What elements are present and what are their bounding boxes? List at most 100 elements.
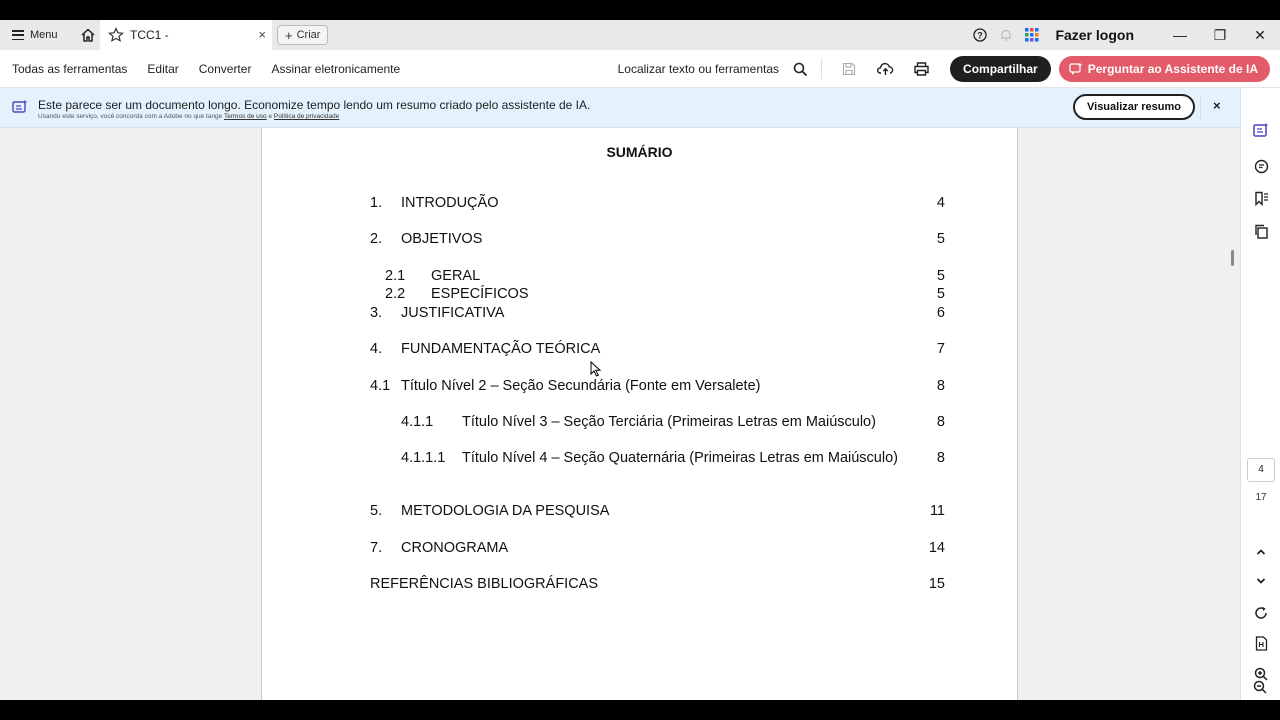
restore-button[interactable]: ❐	[1200, 20, 1240, 50]
print-icon	[913, 62, 929, 76]
mouse-pointer-icon	[590, 361, 602, 377]
toc-label: Título Nível 3 – Seção Terciária (Primei…	[462, 414, 876, 430]
disclaimer-text: Usando este serviço, você concorda com a…	[38, 113, 223, 120]
menu-button[interactable]: Menu	[12, 29, 58, 41]
next-page-button[interactable]	[1252, 572, 1270, 590]
toc-page: 6	[936, 305, 945, 321]
apps-grid-icon	[1025, 28, 1039, 42]
previous-page-button[interactable]	[1252, 543, 1270, 561]
page-fit-button[interactable]	[1252, 634, 1270, 652]
toc-number: 4.1	[370, 378, 391, 394]
chevron-down-icon	[1256, 578, 1266, 584]
right-sidebar: 4 17	[1240, 88, 1280, 700]
help-button[interactable]: ?	[967, 20, 993, 50]
title-bar: Menu TCC1 - × + Criar ? Fazer logon — ❐ …	[0, 20, 1280, 50]
toc-label: Título Nível 2 – Seção Secundária (Fonte…	[401, 378, 761, 394]
tab-title: TCC1 -	[130, 28, 169, 42]
toc-page: 15	[928, 576, 945, 592]
vertical-scrollbar[interactable]	[1231, 250, 1234, 266]
create-label: Criar	[296, 29, 321, 41]
banner-close-button[interactable]: ×	[1213, 98, 1221, 113]
toc-number: 3.	[370, 305, 383, 321]
create-button[interactable]: + Criar	[277, 25, 329, 45]
toc-label: Título Nível 4 – Seção Quaternária (Prim…	[462, 450, 898, 466]
tool-convert[interactable]: Converter	[199, 62, 252, 76]
save-button[interactable]	[834, 54, 864, 84]
refresh-icon	[1255, 606, 1267, 619]
svg-text:?: ?	[978, 31, 984, 41]
main-toolbar: Todas as ferramentas Editar Converter As…	[0, 50, 1280, 88]
comment-panel-button[interactable]	[1252, 157, 1270, 175]
banner-disclaimer: Usando este serviço, você concorda com a…	[38, 113, 339, 120]
toc-page: 14	[928, 540, 945, 556]
star-icon[interactable]	[108, 27, 124, 43]
toc-page: 5	[936, 268, 945, 284]
toc-label: OBJETIVOS	[401, 231, 483, 247]
page-fit-icon	[1255, 635, 1267, 651]
tool-edit[interactable]: Editar	[147, 62, 178, 76]
notifications-button[interactable]	[993, 20, 1019, 50]
banner-message: Este parece ser um documento longo. Econ…	[38, 98, 591, 112]
rotate-button[interactable]	[1252, 604, 1270, 622]
find-tools-label[interactable]: Localizar texto ou ferramentas	[618, 62, 779, 76]
save-icon	[842, 62, 856, 76]
toc-label: JUSTIFICATIVA	[401, 305, 505, 321]
search-button[interactable]	[785, 54, 815, 84]
toc-label: FUNDAMENTAÇÃO TEÓRICA	[401, 341, 601, 357]
minimize-button[interactable]: —	[1160, 20, 1200, 50]
tab-close-button[interactable]: ×	[258, 27, 266, 42]
ai-assistant-label: Perguntar ao Assistente de IA	[1087, 62, 1258, 76]
document-viewport[interactable]: SUMÁRIO 1. INTRODUÇÃO 4 2. OBJETIVOS 5 2…	[0, 128, 1240, 700]
screen-frame: Menu TCC1 - × + Criar ? Fazer logon — ❐ …	[0, 0, 1280, 720]
banner-divider	[1200, 96, 1201, 120]
view-summary-button[interactable]: Visualizar resumo	[1073, 94, 1195, 120]
toolbar-divider	[821, 59, 823, 79]
toc-page: 11	[929, 503, 945, 519]
toc-number: 4.1.1	[401, 414, 434, 430]
bookmark-icon	[1254, 191, 1268, 206]
hamburger-icon	[12, 30, 24, 40]
toc-page: 8	[936, 414, 945, 430]
print-button[interactable]	[906, 54, 936, 84]
tool-esign[interactable]: Assinar eletronicamente	[271, 62, 400, 76]
toc-page: 8	[936, 378, 945, 394]
menu-label: Menu	[30, 29, 58, 41]
privacy-link[interactable]: Política de privacidade	[274, 113, 339, 120]
toc-number: 2.1	[385, 268, 406, 284]
apps-button[interactable]	[1019, 20, 1045, 50]
pdf-page: SUMÁRIO 1. INTRODUÇÃO 4 2. OBJETIVOS 5 2…	[261, 128, 1018, 700]
toc-page: 5	[936, 286, 945, 302]
toc-number: 7.	[370, 540, 383, 556]
ai-assistant-button[interactable]: Perguntar ao Assistente de IA	[1058, 56, 1270, 82]
toc-page: 5	[936, 231, 945, 247]
zoom-out-button[interactable]	[1251, 678, 1269, 696]
terms-link[interactable]: Termos de uso	[224, 113, 267, 120]
toc-number: 4.1.1.1	[401, 450, 446, 466]
tab-tcc1[interactable]: TCC1 - ×	[100, 20, 272, 50]
pages-panel-button[interactable]	[1252, 222, 1270, 240]
toc-label: CRONOGRAMA	[401, 540, 509, 556]
toc-label: REFERÊNCIAS BIBLIOGRÁFICAS	[370, 576, 599, 592]
upload-button[interactable]	[870, 54, 900, 84]
home-icon	[81, 28, 95, 42]
comment-icon	[1254, 159, 1268, 173]
close-window-button[interactable]: ✕	[1240, 20, 1280, 50]
home-button[interactable]	[78, 25, 98, 45]
share-button[interactable]: Compartilhar	[950, 56, 1051, 82]
bookmark-panel-button[interactable]	[1252, 189, 1270, 207]
pages-icon	[1254, 224, 1268, 239]
toc-page: 4	[936, 195, 945, 211]
acrobat-window: Menu TCC1 - × + Criar ? Fazer logon — ❐ …	[0, 20, 1280, 700]
cloud-upload-icon	[876, 62, 893, 75]
help-icon: ?	[973, 28, 988, 42]
current-page-input[interactable]: 4	[1247, 458, 1275, 482]
disclaimer-and: e	[268, 113, 273, 120]
ai-summary-icon	[1253, 122, 1269, 137]
toc-page: 7	[936, 341, 945, 357]
toc-label: METODOLOGIA DA PESQUISA	[401, 503, 610, 519]
tool-all-tools[interactable]: Todas as ferramentas	[12, 62, 127, 76]
chevron-up-icon	[1256, 549, 1266, 555]
ai-summary-panel-button[interactable]	[1252, 121, 1270, 139]
sign-in-link[interactable]: Fazer logon	[1055, 27, 1134, 43]
toc-number: 2.	[370, 231, 383, 247]
